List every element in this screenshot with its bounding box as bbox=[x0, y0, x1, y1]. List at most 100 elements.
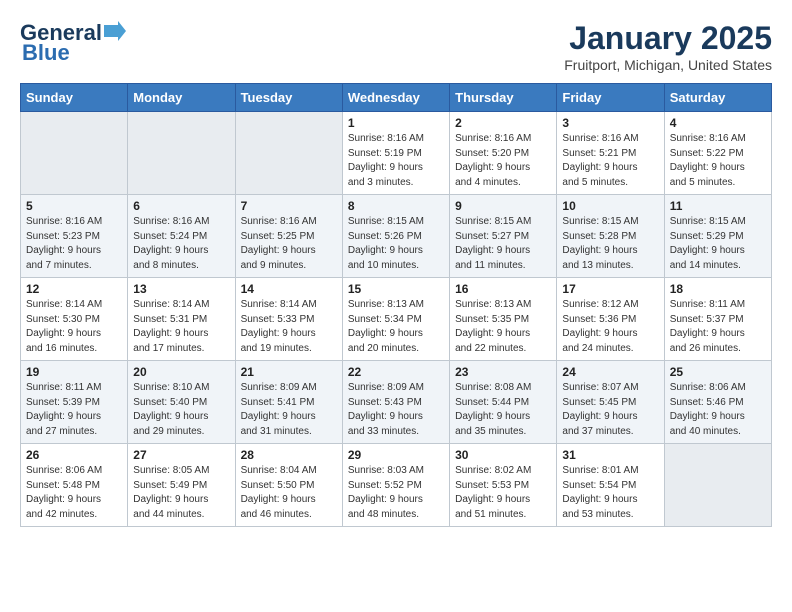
title-block: January 2025 Fruitport, Michigan, United… bbox=[564, 20, 772, 73]
calendar-cell: 7 Sunrise: 8:16 AMSunset: 5:25 PMDaylight… bbox=[235, 195, 342, 278]
day-info: Sunrise: 8:06 AMSunset: 5:46 PMDaylight:… bbox=[670, 381, 766, 439]
header-thursday: Thursday bbox=[450, 84, 557, 112]
day-number: 23 bbox=[455, 365, 551, 379]
day-number: 20 bbox=[133, 365, 229, 379]
calendar-cell: 5 Sunrise: 8:16 AMSunset: 5:23 PMDaylight… bbox=[21, 195, 128, 278]
calendar-cell: 18 Sunrise: 8:11 AMSunset: 5:37 PMDayligh… bbox=[664, 278, 771, 361]
week-row-1: 1Sunrise: 8:16 AMSunset: 5:19 PMDaylight… bbox=[21, 112, 772, 195]
week-row-2: 5 Sunrise: 8:16 AMSunset: 5:23 PMDaylight… bbox=[21, 195, 772, 278]
day-number: 26 bbox=[26, 448, 122, 462]
header-wednesday: Wednesday bbox=[342, 84, 449, 112]
day-info: Sunrise: 8:13 AMSunset: 5:34 PMDaylight:… bbox=[348, 298, 444, 356]
header-saturday: Saturday bbox=[664, 84, 771, 112]
day-info: Sunrise: 8:15 AMSunset: 5:28 PMDaylight:… bbox=[562, 215, 658, 273]
day-info: Sunrise: 8:15 AMSunset: 5:27 PMDaylight:… bbox=[455, 215, 551, 273]
calendar-cell: 20Sunrise: 8:10 AMSunset: 5:40 PMDayligh… bbox=[128, 361, 235, 444]
calendar-cell: 17 Sunrise: 8:12 AMSunset: 5:36 PMDayligh… bbox=[557, 278, 664, 361]
logo-blue: Blue bbox=[22, 40, 70, 66]
week-row-4: 19 Sunrise: 8:11 AMSunset: 5:39 PMDayligh… bbox=[21, 361, 772, 444]
day-number: 5 bbox=[26, 199, 122, 213]
header-row: SundayMondayTuesdayWednesdayThursdayFrid… bbox=[21, 84, 772, 112]
day-number: 8 bbox=[348, 199, 444, 213]
calendar-cell: 12Sunrise: 8:14 AMSunset: 5:30 PMDayligh… bbox=[21, 278, 128, 361]
day-info: Sunrise: 8:09 AMSunset: 5:41 PMDaylight:… bbox=[241, 381, 337, 439]
day-info: Sunrise: 8:16 AMSunset: 5:24 PMDaylight:… bbox=[133, 215, 229, 273]
day-info: Sunrise: 8:12 AMSunset: 5:36 PMDaylight:… bbox=[562, 298, 658, 356]
calendar-cell: 22 Sunrise: 8:09 AMSunset: 5:43 PMDayligh… bbox=[342, 361, 449, 444]
day-info: Sunrise: 8:07 AMSunset: 5:45 PMDaylight:… bbox=[562, 381, 658, 439]
day-number: 21 bbox=[241, 365, 337, 379]
day-info: Sunrise: 8:14 AMSunset: 5:33 PMDaylight:… bbox=[241, 298, 337, 356]
day-number: 31 bbox=[562, 448, 658, 462]
day-info: Sunrise: 8:16 AMSunset: 5:22 PMDaylight:… bbox=[670, 132, 766, 190]
day-number: 19 bbox=[26, 365, 122, 379]
day-number: 7 bbox=[241, 199, 337, 213]
calendar-cell: 29 Sunrise: 8:03 AMSunset: 5:52 PMDayligh… bbox=[342, 444, 449, 527]
page-header: General Blue January 2025 Fruitport, Mic… bbox=[20, 20, 772, 73]
day-number: 27 bbox=[133, 448, 229, 462]
calendar-cell: 28 Sunrise: 8:04 AMSunset: 5:50 PMDayligh… bbox=[235, 444, 342, 527]
day-info: Sunrise: 8:03 AMSunset: 5:52 PMDaylight:… bbox=[348, 464, 444, 522]
day-number: 24 bbox=[562, 365, 658, 379]
day-number: 11 bbox=[670, 199, 766, 213]
calendar-cell: 24 Sunrise: 8:07 AMSunset: 5:45 PMDayligh… bbox=[557, 361, 664, 444]
day-info: Sunrise: 8:15 AMSunset: 5:26 PMDaylight:… bbox=[348, 215, 444, 273]
day-info: Sunrise: 8:09 AMSunset: 5:43 PMDaylight:… bbox=[348, 381, 444, 439]
day-info: Sunrise: 8:16 AMSunset: 5:19 PMDaylight:… bbox=[348, 132, 444, 190]
calendar-cell: 9Sunrise: 8:15 AMSunset: 5:27 PMDaylight… bbox=[450, 195, 557, 278]
calendar-cell: 16 Sunrise: 8:13 AMSunset: 5:35 PMDayligh… bbox=[450, 278, 557, 361]
logo: General Blue bbox=[20, 20, 126, 66]
calendar-cell: 4Sunrise: 8:16 AMSunset: 5:22 PMDaylight… bbox=[664, 112, 771, 195]
day-number: 2 bbox=[455, 116, 551, 130]
calendar-cell: 1Sunrise: 8:16 AMSunset: 5:19 PMDaylight… bbox=[342, 112, 449, 195]
day-number: 17 bbox=[562, 282, 658, 296]
calendar-cell: 26 Sunrise: 8:06 AMSunset: 5:48 PMDayligh… bbox=[21, 444, 128, 527]
day-info: Sunrise: 8:08 AMSunset: 5:44 PMDaylight:… bbox=[455, 381, 551, 439]
day-info: Sunrise: 8:16 AMSunset: 5:23 PMDaylight:… bbox=[26, 215, 122, 273]
calendar-cell: 25 Sunrise: 8:06 AMSunset: 5:46 PMDayligh… bbox=[664, 361, 771, 444]
calendar-cell: 8 Sunrise: 8:15 AMSunset: 5:26 PMDaylight… bbox=[342, 195, 449, 278]
calendar-cell: 23 Sunrise: 8:08 AMSunset: 5:44 PMDayligh… bbox=[450, 361, 557, 444]
day-info: Sunrise: 8:05 AMSunset: 5:49 PMDaylight:… bbox=[133, 464, 229, 522]
day-number: 22 bbox=[348, 365, 444, 379]
week-row-3: 12Sunrise: 8:14 AMSunset: 5:30 PMDayligh… bbox=[21, 278, 772, 361]
day-number: 10 bbox=[562, 199, 658, 213]
day-info: Sunrise: 8:14 AMSunset: 5:31 PMDaylight:… bbox=[133, 298, 229, 356]
day-number: 29 bbox=[348, 448, 444, 462]
day-info: Sunrise: 8:13 AMSunset: 5:35 PMDaylight:… bbox=[455, 298, 551, 356]
day-number: 3 bbox=[562, 116, 658, 130]
day-number: 6 bbox=[133, 199, 229, 213]
day-number: 28 bbox=[241, 448, 337, 462]
day-number: 14 bbox=[241, 282, 337, 296]
calendar-cell: 2Sunrise: 8:16 AMSunset: 5:20 PMDaylight… bbox=[450, 112, 557, 195]
calendar-header: SundayMondayTuesdayWednesdayThursdayFrid… bbox=[21, 84, 772, 112]
calendar-table: SundayMondayTuesdayWednesdayThursdayFrid… bbox=[20, 83, 772, 527]
calendar-cell: 19 Sunrise: 8:11 AMSunset: 5:39 PMDayligh… bbox=[21, 361, 128, 444]
calendar-cell bbox=[128, 112, 235, 195]
day-info: Sunrise: 8:11 AMSunset: 5:39 PMDaylight:… bbox=[26, 381, 122, 439]
header-friday: Friday bbox=[557, 84, 664, 112]
day-number: 30 bbox=[455, 448, 551, 462]
calendar-cell: 27 Sunrise: 8:05 AMSunset: 5:49 PMDayligh… bbox=[128, 444, 235, 527]
header-sunday: Sunday bbox=[21, 84, 128, 112]
day-number: 18 bbox=[670, 282, 766, 296]
logo-arrow-icon bbox=[104, 21, 126, 41]
day-info: Sunrise: 8:04 AMSunset: 5:50 PMDaylight:… bbox=[241, 464, 337, 522]
calendar-cell bbox=[235, 112, 342, 195]
calendar-cell: 15Sunrise: 8:13 AMSunset: 5:34 PMDayligh… bbox=[342, 278, 449, 361]
calendar-cell: 6 Sunrise: 8:16 AMSunset: 5:24 PMDaylight… bbox=[128, 195, 235, 278]
day-number: 25 bbox=[670, 365, 766, 379]
day-info: Sunrise: 8:02 AMSunset: 5:53 PMDaylight:… bbox=[455, 464, 551, 522]
calendar-cell: 21 Sunrise: 8:09 AMSunset: 5:41 PMDayligh… bbox=[235, 361, 342, 444]
day-info: Sunrise: 8:06 AMSunset: 5:48 PMDaylight:… bbox=[26, 464, 122, 522]
day-number: 16 bbox=[455, 282, 551, 296]
day-info: Sunrise: 8:14 AMSunset: 5:30 PMDaylight:… bbox=[26, 298, 122, 356]
calendar-cell bbox=[21, 112, 128, 195]
month-title: January 2025 bbox=[564, 20, 772, 57]
day-info: Sunrise: 8:15 AMSunset: 5:29 PMDaylight:… bbox=[670, 215, 766, 273]
calendar-cell: 14 Sunrise: 8:14 AMSunset: 5:33 PMDayligh… bbox=[235, 278, 342, 361]
calendar-body: 1Sunrise: 8:16 AMSunset: 5:19 PMDaylight… bbox=[21, 112, 772, 527]
week-row-5: 26 Sunrise: 8:06 AMSunset: 5:48 PMDayligh… bbox=[21, 444, 772, 527]
day-info: Sunrise: 8:16 AMSunset: 5:25 PMDaylight:… bbox=[241, 215, 337, 273]
day-info: Sunrise: 8:11 AMSunset: 5:37 PMDaylight:… bbox=[670, 298, 766, 356]
